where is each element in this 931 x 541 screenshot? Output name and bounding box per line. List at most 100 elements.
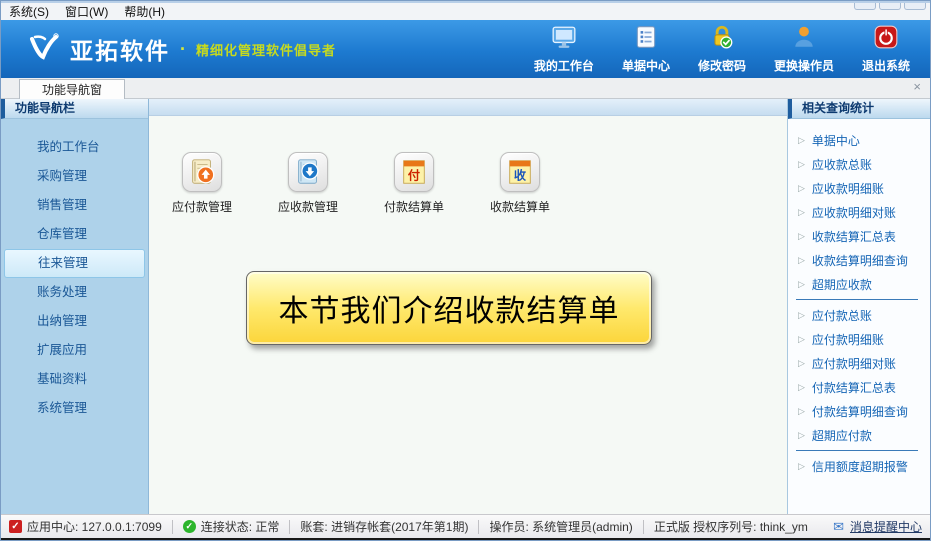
menu-help[interactable]: 帮助(H) bbox=[124, 3, 165, 20]
app-center-icon: ✓ bbox=[9, 520, 22, 533]
query-list: ▷单据中心 ▷应收款总账 ▷应收款明细账 ▷应收款明细对账 ▷收款结算汇总表 ▷… bbox=[788, 119, 930, 478]
status-bar: ✓ 应用中心: 127.0.0.1:7099 ✓ 连接状态: 正常 账套: 进销… bbox=[1, 514, 930, 538]
query-item-receipt-summary[interactable]: ▷收款结算汇总表 bbox=[788, 224, 930, 248]
envelope-icon: ✉ bbox=[833, 519, 844, 535]
svg-text:付: 付 bbox=[408, 168, 420, 183]
query-panel: 相关查询统计 ▷单据中心 ▷应收款总账 ▷应收款明细账 ▷应收款明细对账 ▷收款… bbox=[787, 99, 930, 514]
triangle-icon: ▷ bbox=[798, 136, 805, 145]
center-header-strip bbox=[149, 99, 787, 116]
brand-slogan: 精细化管理软件倡导者 bbox=[196, 40, 336, 59]
divider bbox=[289, 520, 290, 534]
triangle-icon: ▷ bbox=[798, 383, 805, 392]
triangle-icon: ▷ bbox=[798, 256, 805, 265]
sidebar-item-warehouse[interactable]: 仓库管理 bbox=[1, 220, 148, 249]
triangle-icon: ▷ bbox=[798, 431, 805, 440]
menu-system[interactable]: 系统(S) bbox=[9, 3, 49, 20]
action-change-operator[interactable]: 更换操作员 bbox=[774, 24, 834, 74]
check-icon: ✓ bbox=[183, 520, 196, 533]
query-item-overdue-receivable[interactable]: ▷超期应收款 bbox=[788, 272, 930, 296]
query-item-payable-detail[interactable]: ▷应付款明细账 bbox=[788, 327, 930, 351]
action-document-center[interactable]: 单据中心 bbox=[622, 24, 670, 74]
triangle-icon: ▷ bbox=[798, 462, 805, 471]
triangle-icon: ▷ bbox=[798, 160, 805, 169]
left-nav-panel: 功能导航栏 我的工作台 采购管理 销售管理 仓库管理 往来管理 账务处理 出纳管… bbox=[1, 99, 149, 514]
power-icon bbox=[873, 24, 899, 55]
sidebar-item-sales[interactable]: 销售管理 bbox=[1, 191, 148, 220]
menu-window[interactable]: 窗口(W) bbox=[65, 3, 108, 20]
divider bbox=[796, 450, 918, 451]
monitor-icon bbox=[551, 24, 577, 55]
minimize-button[interactable] bbox=[854, 3, 876, 10]
close-icon[interactable]: × bbox=[913, 79, 921, 94]
app-window: 系统(S) 窗口(W) 帮助(H) 亚拓软件 · 精细化管理软件倡导者 bbox=[0, 0, 931, 541]
query-item-overdue-payable[interactable]: ▷超期应付款 bbox=[788, 423, 930, 447]
sidebar-item-transactions[interactable]: 往来管理 bbox=[4, 249, 145, 278]
action-label: 退出系统 bbox=[862, 57, 910, 74]
sidebar-item-system[interactable]: 系统管理 bbox=[1, 394, 148, 423]
brand: 亚拓软件 · 精细化管理软件倡导者 bbox=[27, 30, 336, 69]
note-receive-icon: 收 bbox=[500, 152, 540, 192]
shortcut-label: 应收款管理 bbox=[278, 198, 338, 215]
sidebar-item-extensions[interactable]: 扩展应用 bbox=[1, 336, 148, 365]
status-connection: ✓ 连接状态: 正常 bbox=[183, 518, 280, 535]
query-item-receipt-detail-query[interactable]: ▷收款结算明细查询 bbox=[788, 248, 930, 272]
query-item-receivable-reconcile[interactable]: ▷应收款明细对账 bbox=[788, 200, 930, 224]
query-item-payable-reconcile[interactable]: ▷应付款明细对账 bbox=[788, 351, 930, 375]
action-change-password[interactable]: 修改密码 bbox=[698, 24, 746, 74]
tab-function-nav[interactable]: 功能导航窗 bbox=[19, 79, 125, 99]
left-nav-title: 功能导航栏 bbox=[1, 99, 148, 119]
triangle-icon: ▷ bbox=[798, 407, 805, 416]
sidebar-item-cashier[interactable]: 出纳管理 bbox=[1, 307, 148, 336]
left-nav-items: 我的工作台 采购管理 销售管理 仓库管理 往来管理 账务处理 出纳管理 扩展应用… bbox=[1, 119, 148, 423]
sidebar-item-base-data[interactable]: 基础资料 bbox=[1, 365, 148, 394]
triangle-icon: ▷ bbox=[798, 280, 805, 289]
action-label: 单据中心 bbox=[622, 57, 670, 74]
shortcut-payment-note[interactable]: 付 付款结算单 bbox=[376, 152, 452, 215]
query-item-payment-detail-query[interactable]: ▷付款结算明细查询 bbox=[788, 399, 930, 423]
query-item-receivable-detail[interactable]: ▷应收款明细账 bbox=[788, 176, 930, 200]
triangle-icon: ▷ bbox=[798, 335, 805, 344]
body: 功能导航栏 我的工作台 采购管理 销售管理 仓库管理 往来管理 账务处理 出纳管… bbox=[1, 99, 930, 514]
status-account-set: 账套: 进销存帐套(2017年第1期) bbox=[300, 518, 468, 535]
shortcut-label: 付款结算单 bbox=[384, 198, 444, 215]
shortcut-payables[interactable]: 应付款管理 bbox=[164, 152, 240, 215]
status-operator: 操作员: 系统管理员(admin) bbox=[489, 518, 632, 535]
lesson-banner: 本节我们介绍收款结算单 bbox=[246, 271, 652, 345]
action-my-workbench[interactable]: 我的工作台 bbox=[534, 24, 594, 74]
shortcut-receivables[interactable]: 应收款管理 bbox=[270, 152, 346, 215]
triangle-icon: ▷ bbox=[798, 359, 805, 368]
brand-logo-icon bbox=[27, 30, 61, 69]
shortcut-receipt-note[interactable]: 收 收款结算单 bbox=[482, 152, 558, 215]
sidebar-item-accounting[interactable]: 账务处理 bbox=[1, 278, 148, 307]
brand-separator: · bbox=[180, 39, 186, 60]
shortcut-label: 收款结算单 bbox=[490, 198, 550, 215]
query-item-credit-alert[interactable]: ▷信用额度超期报警 bbox=[788, 454, 930, 478]
status-app-center: ✓ 应用中心: 127.0.0.1:7099 bbox=[9, 518, 162, 535]
divider bbox=[796, 299, 918, 300]
action-label: 更换操作员 bbox=[774, 57, 834, 74]
close-button[interactable] bbox=[904, 3, 926, 10]
query-item-payable-ledger[interactable]: ▷应付款总账 bbox=[788, 303, 930, 327]
main-content: 应付款管理 应收款管理 bbox=[149, 99, 787, 514]
message-center-link[interactable]: ✉ 消息提醒中心 bbox=[833, 518, 922, 535]
triangle-icon: ▷ bbox=[798, 311, 805, 320]
status-license: 正式版 授权序列号: think_ym bbox=[654, 518, 808, 535]
query-item-payment-summary[interactable]: ▷付款结算汇总表 bbox=[788, 375, 930, 399]
sidebar-item-workbench[interactable]: 我的工作台 bbox=[1, 133, 148, 162]
query-item-document-center[interactable]: ▷单据中心 bbox=[788, 128, 930, 152]
query-item-receivable-ledger[interactable]: ▷应收款总账 bbox=[788, 152, 930, 176]
query-panel-title: 相关查询统计 bbox=[788, 99, 930, 119]
divider bbox=[172, 520, 173, 534]
sidebar-item-purchase[interactable]: 采购管理 bbox=[1, 162, 148, 191]
action-exit-system[interactable]: 退出系统 bbox=[862, 24, 910, 74]
user-icon bbox=[791, 24, 817, 55]
triangle-icon: ▷ bbox=[798, 232, 805, 241]
lock-icon bbox=[709, 24, 735, 55]
triangle-icon: ▷ bbox=[798, 184, 805, 193]
notebook-up-arrow-icon bbox=[182, 152, 222, 192]
maximize-button[interactable] bbox=[879, 3, 901, 10]
divider bbox=[478, 520, 479, 534]
action-label: 我的工作台 bbox=[534, 57, 594, 74]
note-pay-icon: 付 bbox=[394, 152, 434, 192]
header-actions: 我的工作台 单据中心 bbox=[534, 24, 910, 74]
